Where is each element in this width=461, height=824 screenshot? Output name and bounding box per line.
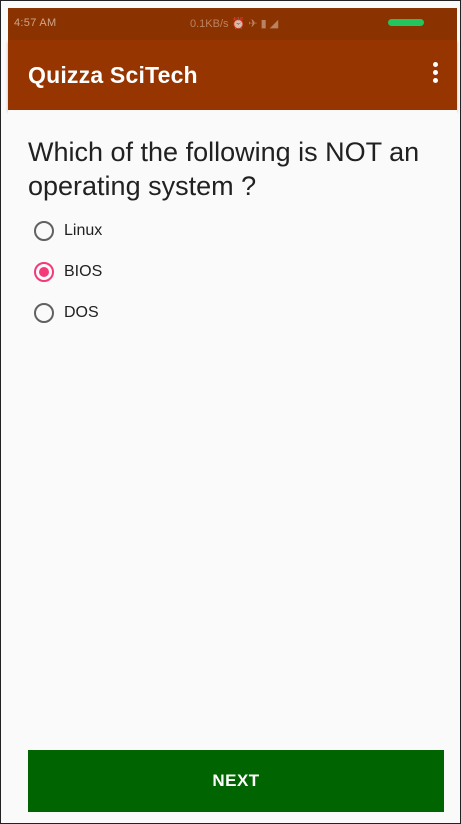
radio-unchecked-icon[interactable] (34, 302, 54, 323)
app-title: Quizza SciTech (28, 62, 198, 88)
next-button[interactable]: NEXT (28, 750, 444, 812)
quiz-content: Which of the following is NOT an operati… (8, 110, 457, 823)
option-label: Linux (64, 221, 103, 239)
more-vert-icon[interactable] (423, 60, 447, 90)
option-linux[interactable]: Linux (34, 210, 102, 251)
option-label: BIOS (64, 262, 103, 280)
radio-checked-icon[interactable] (34, 261, 54, 282)
app-bar: Quizza SciTech (8, 40, 457, 110)
option-bios[interactable]: BIOS (34, 251, 102, 292)
battery-icon (388, 19, 424, 26)
option-dos[interactable]: DOS (34, 292, 102, 333)
question-text: Which of the following is NOT an operati… (28, 137, 420, 201)
answer-radio-group: Linux BIOS DOS (34, 210, 102, 333)
status-bar: 4:57 AM 0.1KB/s ⏰ ✈ ▮ ◢ (8, 8, 457, 40)
phone-screen: 4:57 AM 0.1KB/s ⏰ ✈ ▮ ◢ Quizza SciTech W… (0, 0, 461, 824)
radio-unchecked-icon[interactable] (34, 220, 54, 241)
status-indicators: 0.1KB/s ⏰ ✈ ▮ ◢ (190, 18, 279, 30)
status-time: 4:57 AM (14, 17, 57, 29)
option-label: DOS (64, 303, 99, 321)
